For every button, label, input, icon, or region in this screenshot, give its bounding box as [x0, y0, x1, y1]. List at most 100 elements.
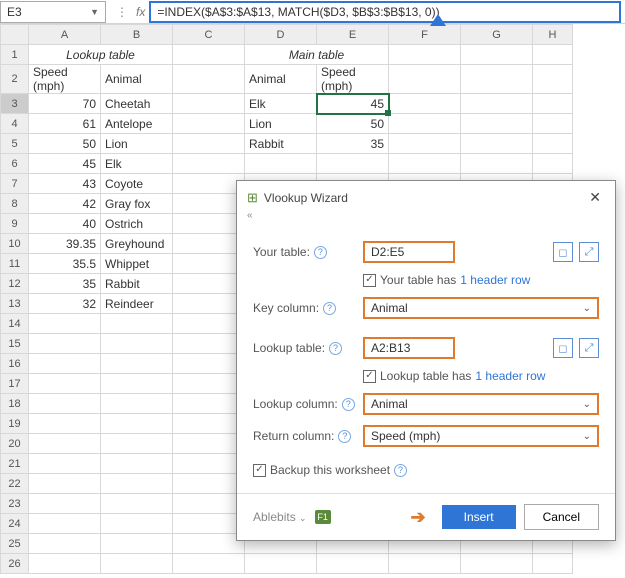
cell[interactable] [461, 114, 533, 134]
cell[interactable] [173, 354, 245, 374]
cell[interactable] [101, 474, 173, 494]
cell[interactable] [29, 334, 101, 354]
help-icon[interactable]: ? [323, 302, 336, 315]
cell[interactable] [389, 45, 461, 65]
header-row-link[interactable]: 1 header row [475, 369, 545, 383]
cell[interactable]: 40 [29, 214, 101, 234]
cell[interactable] [317, 554, 389, 574]
cell[interactable] [101, 554, 173, 574]
cell[interactable] [533, 154, 573, 174]
cell[interactable] [461, 45, 533, 65]
cell[interactable] [29, 494, 101, 514]
cell[interactable]: Speed (mph) [317, 65, 389, 94]
cell[interactable] [101, 514, 173, 534]
cancel-button[interactable]: Cancel [524, 504, 599, 530]
cell[interactable]: 35 [317, 134, 389, 154]
cell[interactable]: Elk [101, 154, 173, 174]
brand-label[interactable]: Ablebits ⌄ [253, 510, 307, 524]
cell[interactable]: Lion [101, 134, 173, 154]
help-icon[interactable]: ? [342, 398, 355, 411]
cell[interactable] [29, 474, 101, 494]
active-cell[interactable]: 45 [317, 94, 389, 114]
col-header-c[interactable]: C [173, 25, 245, 45]
cell[interactable]: 61 [29, 114, 101, 134]
row-header[interactable]: 8 [1, 194, 29, 214]
cell[interactable] [29, 314, 101, 334]
row-header[interactable]: 18 [1, 394, 29, 414]
cell[interactable] [101, 394, 173, 414]
lookup-table-input[interactable]: A2:B13 [363, 337, 455, 359]
cell[interactable]: Rabbit [101, 274, 173, 294]
cell[interactable] [173, 314, 245, 334]
chevron-down-icon[interactable]: ▼ [90, 7, 99, 17]
header-row-link[interactable]: 1 header row [460, 273, 530, 287]
insert-button[interactable]: Insert [442, 505, 516, 529]
row-header[interactable]: 19 [1, 414, 29, 434]
cell[interactable] [173, 254, 245, 274]
col-header-f[interactable]: F [389, 25, 461, 45]
cell[interactable]: 32 [29, 294, 101, 314]
cell[interactable]: 42 [29, 194, 101, 214]
help-icon[interactable]: ? [329, 342, 342, 355]
row-header[interactable]: 7 [1, 174, 29, 194]
row-header[interactable]: 4 [1, 114, 29, 134]
cell[interactable]: Cheetah [101, 94, 173, 114]
cell[interactable] [173, 494, 245, 514]
cell[interactable]: 70 [29, 94, 101, 114]
cell[interactable]: Reindeer [101, 294, 173, 314]
cell[interactable] [29, 514, 101, 534]
cell[interactable] [101, 414, 173, 434]
col-header-d[interactable]: D [245, 25, 317, 45]
cell[interactable]: Lion [245, 114, 317, 134]
your-table-input[interactable]: D2:E5 [363, 241, 455, 263]
cell[interactable] [533, 65, 573, 94]
row-header[interactable]: 21 [1, 454, 29, 474]
cell[interactable] [173, 534, 245, 554]
cell[interactable] [101, 314, 173, 334]
cell[interactable]: 45 [29, 154, 101, 174]
select-range-icon[interactable]: ◻ [553, 242, 573, 262]
row-header[interactable]: 13 [1, 294, 29, 314]
help-icon[interactable]: ? [338, 430, 351, 443]
row-header[interactable]: 2 [1, 65, 29, 94]
cell[interactable] [101, 434, 173, 454]
row-header[interactable]: 5 [1, 134, 29, 154]
row-header[interactable]: 16 [1, 354, 29, 374]
row-header[interactable]: 25 [1, 534, 29, 554]
help-icon[interactable]: ? [314, 246, 327, 259]
return-column-select[interactable]: Speed (mph)⌄ [363, 425, 599, 447]
cell[interactable] [29, 534, 101, 554]
cell[interactable]: Animal [245, 65, 317, 94]
row-header[interactable]: 20 [1, 434, 29, 454]
row-header[interactable]: 14 [1, 314, 29, 334]
cell[interactable]: Animal [101, 65, 173, 94]
cell[interactable] [173, 94, 245, 114]
cell[interactable]: 39.35 [29, 234, 101, 254]
col-header-a[interactable]: A [29, 25, 101, 45]
cell[interactable] [29, 414, 101, 434]
cell[interactable] [173, 45, 245, 65]
cell[interactable] [173, 294, 245, 314]
cell[interactable] [101, 374, 173, 394]
name-box[interactable]: E3 ▼ [0, 1, 106, 23]
cell[interactable] [101, 454, 173, 474]
cell[interactable]: Antelope [101, 114, 173, 134]
cell[interactable] [173, 394, 245, 414]
cell[interactable]: Rabbit [245, 134, 317, 154]
fx-label[interactable]: fx [136, 5, 145, 19]
cell[interactable] [173, 134, 245, 154]
cell[interactable] [245, 154, 317, 174]
cell[interactable] [173, 234, 245, 254]
cell[interactable] [173, 414, 245, 434]
row-header[interactable]: 23 [1, 494, 29, 514]
cell[interactable] [29, 354, 101, 374]
expand-icon[interactable]: ⤢ [579, 242, 599, 262]
cell[interactable]: 50 [29, 134, 101, 154]
cell[interactable] [173, 374, 245, 394]
cell[interactable] [533, 114, 573, 134]
cell[interactable]: 35.5 [29, 254, 101, 274]
f1-help-icon[interactable]: F1 [315, 510, 331, 524]
close-icon[interactable]: ✕ [585, 189, 605, 206]
col-header-b[interactable]: B [101, 25, 173, 45]
collapse-icon[interactable]: « [237, 210, 615, 225]
